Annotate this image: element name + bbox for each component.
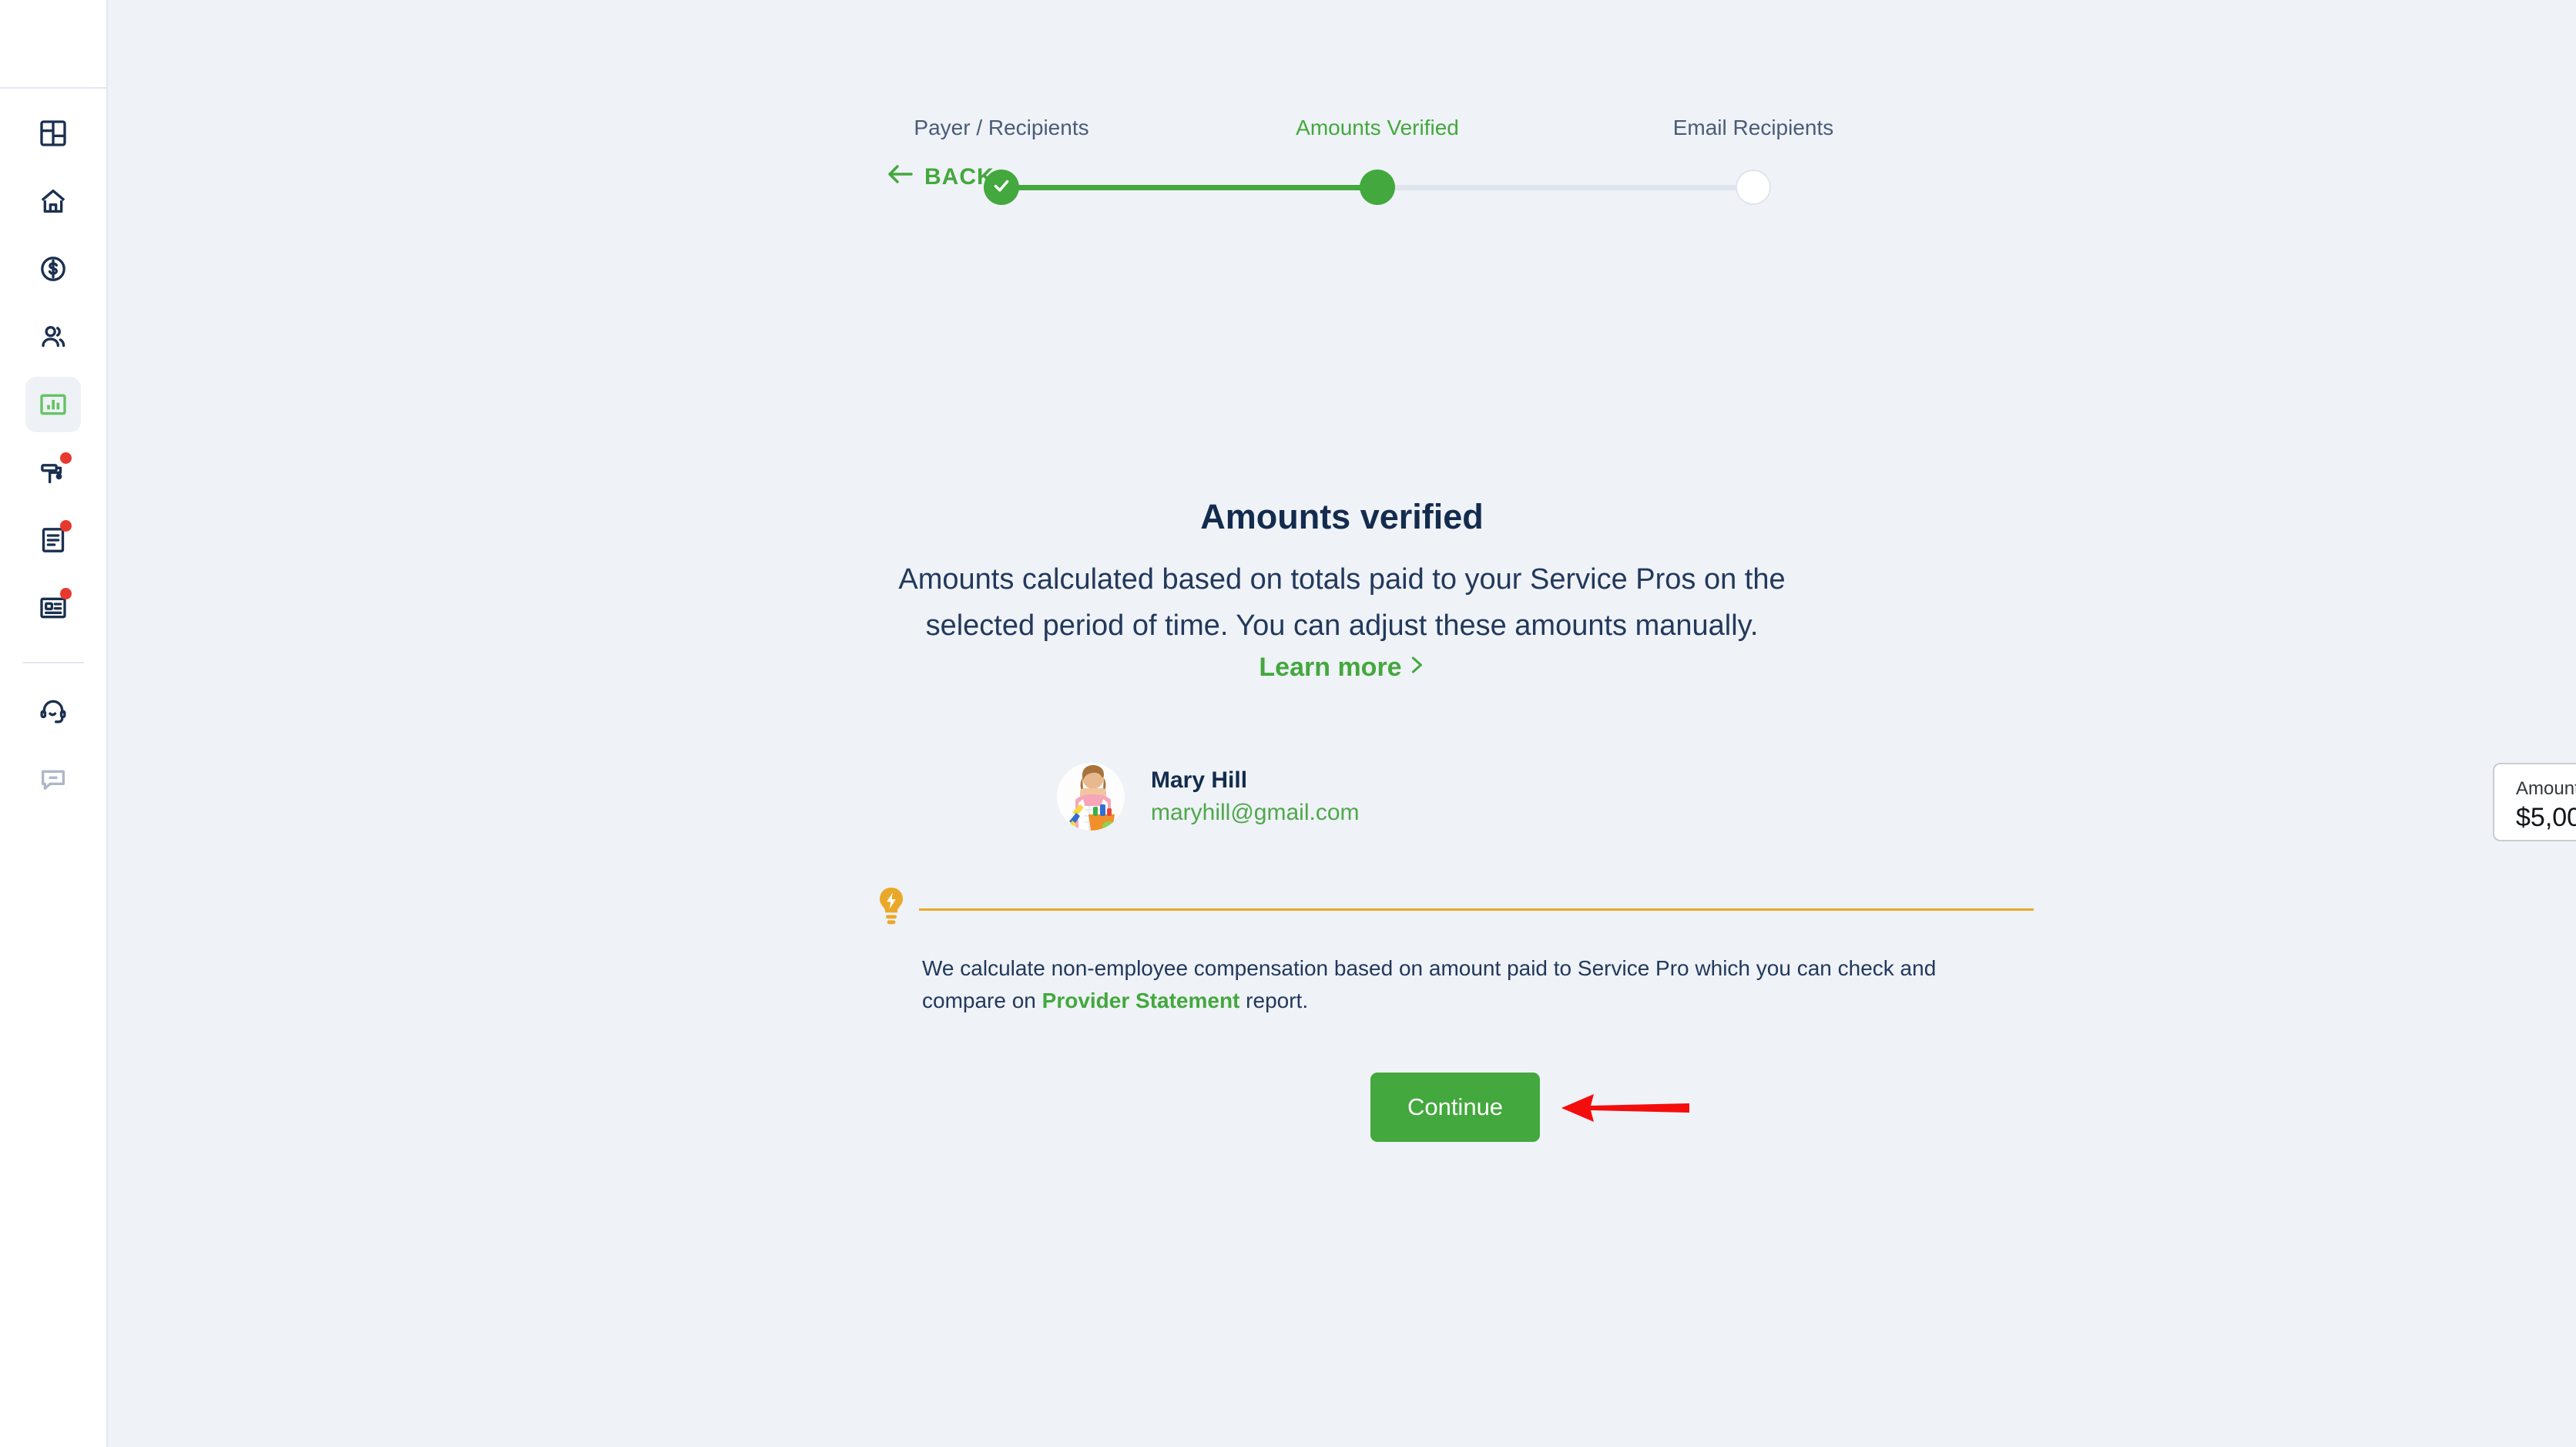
tip-callout: We calculate non-employee compensation b… <box>874 888 2034 1017</box>
continue-button[interactable]: Continue <box>1370 1073 1540 1142</box>
sidebar-item-reports[interactable] <box>25 377 81 432</box>
notification-badge <box>60 520 72 532</box>
sidebar-item-documents[interactable] <box>25 512 81 568</box>
recipient-email: maryhill@gmail.com <box>1151 800 1360 825</box>
page-subtitle: Amounts calculated based on totals paid … <box>898 563 1786 642</box>
learn-more-label: Learn more <box>1259 653 1402 682</box>
dollar-circle-icon <box>38 253 69 284</box>
sidebar-item-marketing[interactable] <box>25 445 81 500</box>
provider-statement-link[interactable]: Provider Statement <box>1042 989 1240 1012</box>
people-icon <box>38 321 69 352</box>
user-photo-avatar <box>1057 763 1125 831</box>
avatar <box>1057 763 1125 831</box>
learn-more-link[interactable]: Learn more <box>1259 653 1424 683</box>
sidebar-item-home[interactable] <box>25 173 81 229</box>
stepper-dot-email-recipients[interactable] <box>1736 170 1771 205</box>
sidebar-item-news[interactable] <box>25 580 81 636</box>
stepper-dot-amounts-verified[interactable] <box>1360 170 1395 205</box>
tip-text: We calculate non-employee compensation b… <box>922 952 2016 1017</box>
sidebar <box>0 0 108 1447</box>
sidebar-item-support[interactable] <box>25 683 81 739</box>
stepper-labels: Payer / Recipients Amounts Verified Emai… <box>914 116 1833 146</box>
amount-input-value: $5,000.00 <box>2516 803 2576 832</box>
headset-icon <box>38 696 69 727</box>
chevron-right-icon <box>1410 653 1425 683</box>
home-icon <box>38 186 69 217</box>
amount-input[interactable]: Amount * $5,000.00 <box>2493 763 2576 841</box>
stepper-track <box>984 170 1771 205</box>
bar-chart-icon <box>38 389 69 420</box>
stepper-rail-fill <box>1001 185 1377 190</box>
arrow-left-icon <box>886 163 914 191</box>
stepper-label-payer-recipients: Payer / Recipients <box>914 116 1089 139</box>
notification-badge <box>60 588 72 599</box>
check-icon <box>991 176 1011 200</box>
tip-header <box>874 888 2034 925</box>
chat-bubble-icon <box>38 764 69 794</box>
tip-divider-line <box>919 908 2034 911</box>
notification-badge <box>60 452 72 464</box>
main-content: BACK Payer / Recipients Amounts Verified… <box>108 0 2576 1447</box>
stepper-label-amounts-verified: Amounts Verified <box>1296 116 1459 139</box>
dashboard-grid-icon <box>38 118 69 149</box>
app-root: BACK Payer / Recipients Amounts Verified… <box>0 0 2576 1447</box>
tip-text-after: report. <box>1239 989 1309 1012</box>
sidebar-nav <box>22 106 84 819</box>
page-title: Amounts verified <box>1200 497 1484 536</box>
sidebar-item-clients[interactable] <box>25 309 81 364</box>
sidebar-divider <box>22 662 84 663</box>
sidebar-item-dashboard[interactable] <box>25 106 81 161</box>
stepper-region: BACK Payer / Recipients Amounts Verified… <box>108 0 2576 231</box>
sidebar-item-payments[interactable] <box>25 241 81 297</box>
stepper-dot-payer-recipients[interactable] <box>984 170 1019 205</box>
recipient-row: Mary Hill maryhill@gmail.com Amount * $5… <box>1057 763 2576 841</box>
progress-stepper: Payer / Recipients Amounts Verified Emai… <box>914 116 1833 205</box>
recipient-meta: Mary Hill maryhill@gmail.com <box>1151 767 1360 826</box>
stepper-label-email-recipients: Email Recipients <box>1672 116 1834 139</box>
red-arrow-pointing-left <box>1560 1085 1691 1135</box>
recipient-name: Mary Hill <box>1151 767 1248 793</box>
lightbulb-icon <box>874 885 908 935</box>
amount-input-label: Amount * <box>2516 778 2576 799</box>
sidebar-top-divider <box>0 87 107 89</box>
sidebar-item-chat[interactable] <box>25 751 81 807</box>
back-button[interactable]: BACK <box>886 163 995 191</box>
